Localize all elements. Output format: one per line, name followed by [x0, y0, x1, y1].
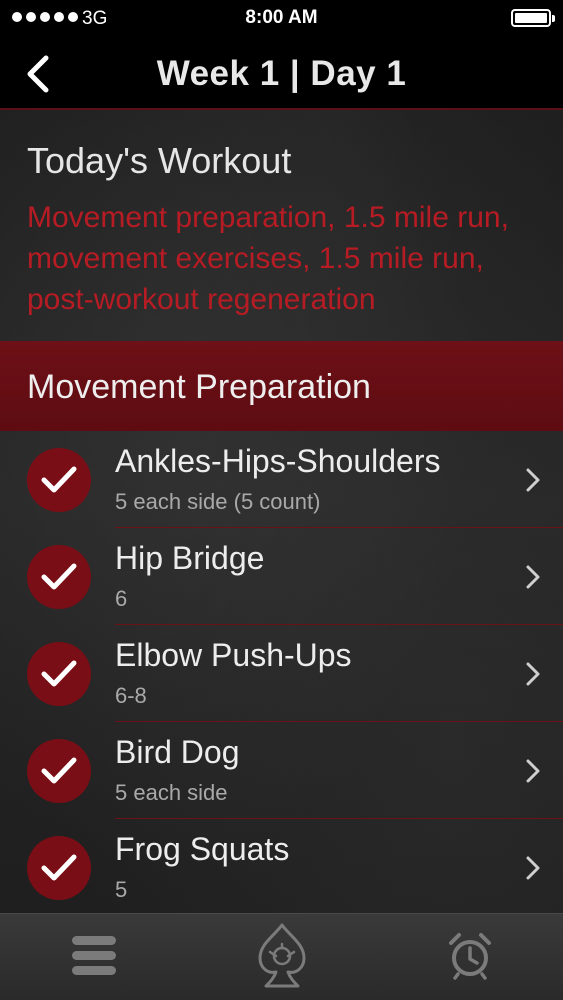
exercise-detail: 5 each side	[115, 780, 228, 805]
exercise-detail: 6-8	[115, 683, 147, 708]
workout-heading: Today's Workout	[27, 140, 292, 181]
completed-check-icon[interactable]	[27, 545, 91, 609]
alarm-clock-icon	[449, 933, 491, 980]
status-time: 8:00 AM	[245, 7, 318, 28]
list-item[interactable]: Bird Dog 5 each side	[0, 722, 563, 819]
exercise-detail: 5	[115, 877, 128, 902]
exercise-name: Bird Dog	[115, 734, 240, 770]
list-item[interactable]: Hip Bridge 6	[0, 528, 563, 625]
exercise-name: Hip Bridge	[115, 540, 265, 576]
section-header: Movement Preparation	[0, 341, 563, 431]
exercise-name: Frog Squats	[115, 831, 290, 867]
workout-description: Movement preparation, 1.5 mile run, move…	[27, 201, 509, 316]
exercise-list: Ankles-Hips-Shoulders 5 each side (5 cou…	[0, 431, 563, 916]
chevron-right-icon	[526, 759, 540, 783]
battery-icon	[511, 9, 555, 27]
status-bar: 3G 8:00 AM	[0, 0, 563, 36]
completed-check-icon[interactable]	[27, 448, 91, 512]
chevron-right-icon	[526, 856, 540, 880]
exercise-detail: 6	[115, 586, 128, 611]
chevron-right-icon	[526, 662, 540, 686]
chevron-right-icon	[526, 468, 540, 492]
tab-home[interactable]	[222, 914, 342, 1000]
chevron-right-icon	[526, 565, 540, 589]
spade-emblem-icon	[258, 923, 306, 988]
exercise-name: Ankles-Hips-Shoulders	[115, 443, 441, 479]
tab-menu[interactable]	[34, 914, 154, 1000]
tab-bar	[0, 913, 563, 1000]
exercise-name: Elbow Push-Ups	[115, 637, 352, 673]
section-title: Movement Preparation	[27, 368, 371, 406]
workout-screen: 3G 8:00 AM Week 1 | Day 1 Today's Workou…	[0, 0, 563, 1000]
tab-alarm[interactable]	[410, 914, 530, 1000]
completed-check-icon[interactable]	[27, 836, 91, 900]
navigation-bar: Week 1 | Day 1	[0, 36, 563, 110]
list-item[interactable]: Ankles-Hips-Shoulders 5 each side (5 cou…	[0, 431, 563, 528]
completed-check-icon[interactable]	[27, 739, 91, 803]
exercise-detail: 5 each side (5 count)	[115, 489, 321, 514]
list-item[interactable]: Frog Squats 5	[0, 819, 563, 916]
menu-icon	[72, 936, 116, 975]
completed-check-icon[interactable]	[27, 642, 91, 706]
list-item[interactable]: Elbow Push-Ups 6-8	[0, 625, 563, 722]
page-title: Week 1 | Day 1	[156, 54, 407, 93]
